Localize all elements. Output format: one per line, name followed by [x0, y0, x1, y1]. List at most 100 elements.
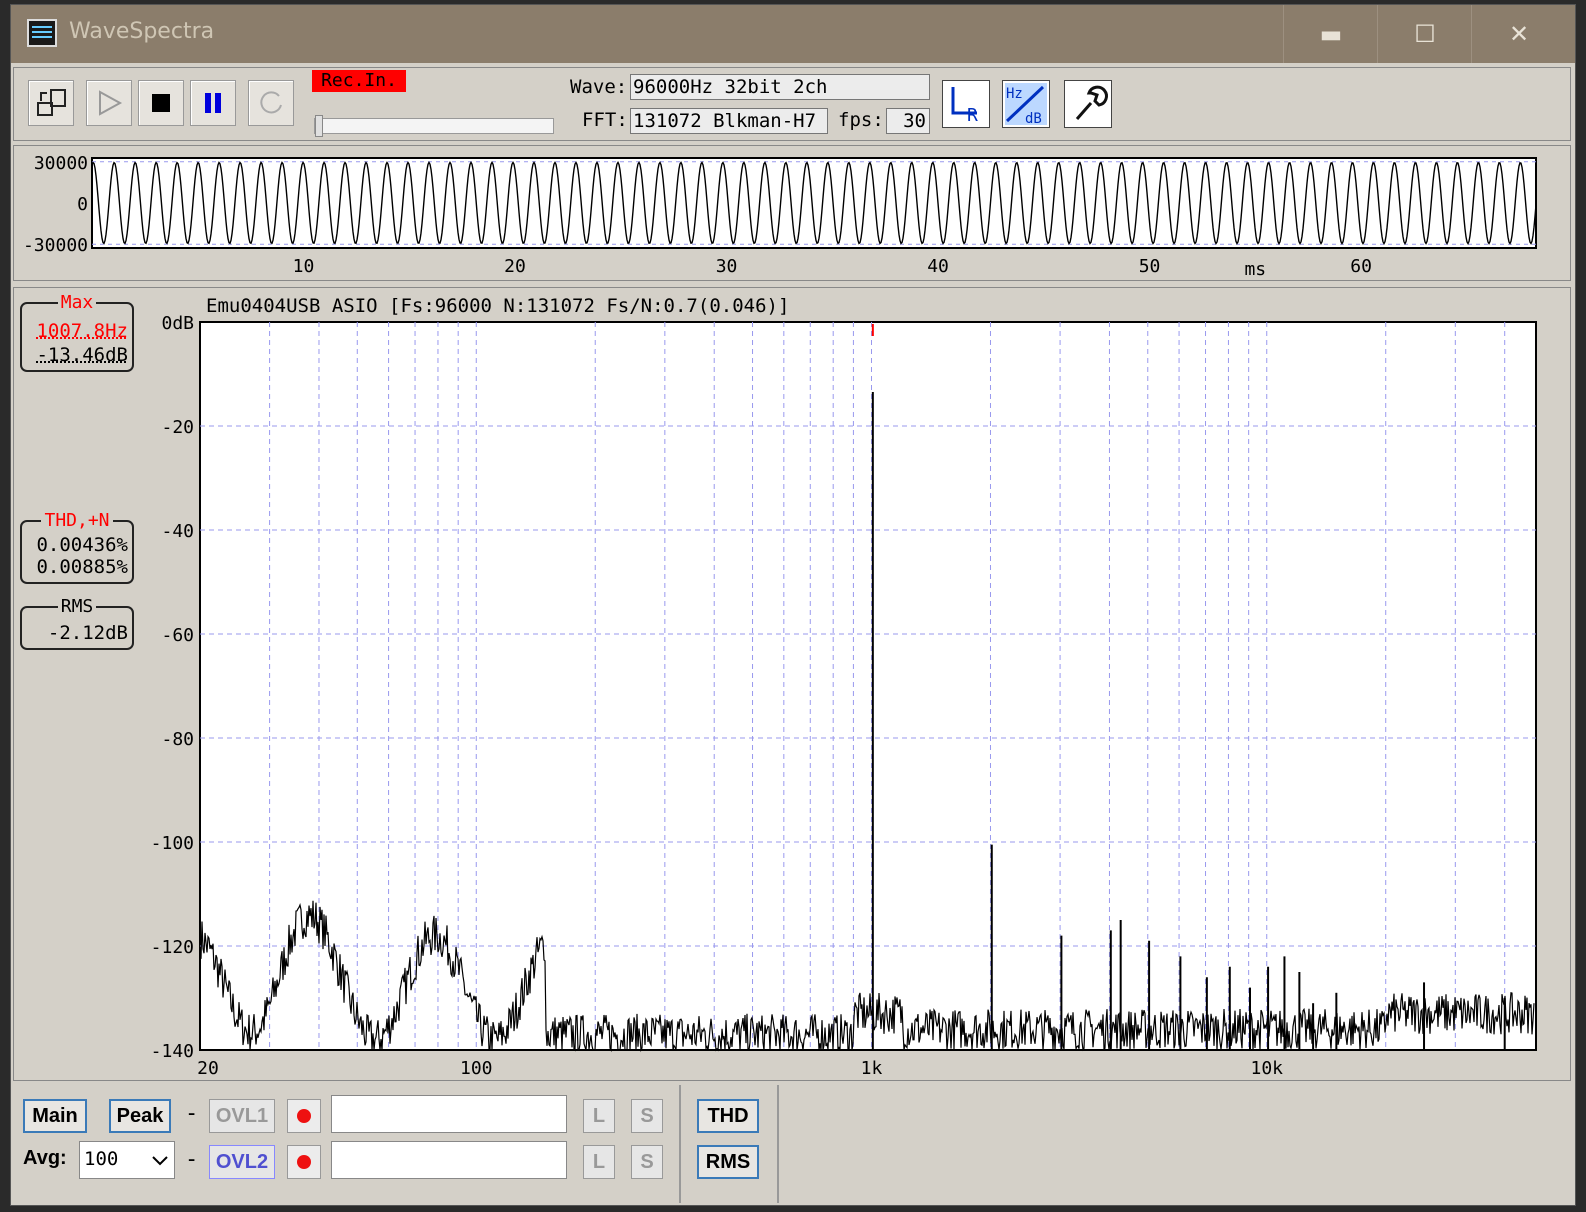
spectrum-x-tick: 1k [861, 1058, 883, 1079]
window-title: WaveSpectra [69, 19, 215, 44]
waveform-x-tick: 40 [927, 256, 949, 277]
bottom-controls: Main Peak - OVL1 L S Avg: 100 - OVL2 L S… [13, 1085, 1571, 1203]
fps-field[interactable]: 30 [886, 108, 930, 134]
close-button[interactable]: ✕ [1471, 5, 1566, 63]
avg-select[interactable]: 100 [79, 1141, 175, 1179]
spectrum-y-tick: -40 [161, 521, 194, 542]
title-bar[interactable]: WaveSpectra ▬ ☐ ✕ [11, 5, 1575, 63]
toolbar: Rec.In. Wave: 96000Hz 32bit 2ch FFT: 131… [13, 67, 1571, 141]
spectrum-y-tick: -120 [151, 937, 194, 958]
ovl2-record-button[interactable] [287, 1145, 321, 1179]
loop-icon [260, 91, 282, 114]
ovl2-save-button[interactable]: S [631, 1145, 663, 1179]
db-icon-text: dB [1025, 111, 1042, 127]
export-icon [37, 89, 66, 116]
rms-button[interactable]: RMS [697, 1145, 759, 1179]
waveform-y-tick: 0 [77, 194, 88, 215]
ovl1-button[interactable]: OVL1 [209, 1099, 275, 1133]
separator-dash: - [185, 1101, 199, 1126]
spectrum-y-tick: -100 [151, 833, 194, 854]
thd-readout-box: THD,+N 0.00436% 0.00885% [20, 510, 134, 584]
peak-button[interactable]: Peak [109, 1099, 171, 1133]
settings-button[interactable] [1064, 80, 1112, 128]
spectrum-chart[interactable]: 0dB -20 -40 -60 -80 -100 -120 -14020 100 1k 10k Emu… [14, 288, 1570, 1080]
wrench-icon [1075, 85, 1108, 120]
divider [777, 1085, 779, 1203]
max-level: -13.46dB [36, 344, 128, 366]
waveform-x-tick: 30 [716, 256, 738, 277]
waveform-y-tick: 30000 [34, 153, 88, 174]
export-button[interactable] [28, 80, 74, 126]
waveform-x-unit: ms [1244, 259, 1266, 280]
ovl2-button[interactable]: OVL2 [209, 1145, 275, 1179]
avg-label: Avg: [23, 1147, 67, 1169]
waveform-x-tick: 10 [293, 256, 315, 277]
record-icon [297, 1109, 311, 1123]
hz-db-scale-button[interactable]: Hz dB [1002, 80, 1050, 128]
spectrum-panel: 0dB -20 -40 -60 -80 -100 -120 -140 20 100 1k 10k Emu… [13, 287, 1571, 1081]
rms-readout-box: RMS -2.12dB [20, 596, 134, 650]
lr-channel-button[interactable]: R [942, 80, 990, 128]
thd-value: 0.00436% [36, 534, 128, 556]
spectrum-x-tick: 100 [460, 1058, 493, 1079]
thd-button[interactable]: THD [697, 1099, 759, 1133]
main-button[interactable]: Main [23, 1099, 87, 1133]
spectrum-y-tick: 0dB [161, 313, 194, 334]
ovl1-save-button[interactable]: S [631, 1099, 663, 1133]
ovl1-load-button[interactable]: L [583, 1099, 615, 1133]
ruler-icon: HzdB [1005, 83, 1047, 127]
app-icon [27, 19, 57, 47]
chevron-down-icon [152, 1156, 168, 1166]
divider [679, 1085, 681, 1203]
stop-button[interactable] [138, 80, 184, 126]
record-icon [297, 1155, 311, 1169]
wave-format-field: 96000Hz 32bit 2ch [630, 74, 930, 100]
spectrum-header: Emu0404USB ASIO [Fs:96000 N:131072 Fs/N:… [206, 295, 789, 317]
rec-indicator: Rec.In. [312, 70, 406, 92]
spectrum-x-tick: 20 [197, 1058, 219, 1079]
ovl1-name-input[interactable] [331, 1095, 567, 1133]
lr-channel-icon: R [951, 87, 978, 126]
spectrum-y-tick: -140 [151, 1041, 194, 1062]
hz-icon-text: Hz [1006, 86, 1023, 102]
spectrum-x-tick: 10k [1250, 1058, 1283, 1079]
avg-value: 100 [84, 1148, 119, 1170]
ovl2-name-input[interactable] [331, 1141, 567, 1179]
wave-label: Wave: [570, 76, 628, 98]
waveform-chart[interactable]: 30000 0 -30000 10 20 30 40 50 60 ms [14, 146, 1570, 280]
max-label: Max [57, 292, 97, 313]
loop-button[interactable] [248, 80, 294, 126]
pause-button[interactable] [190, 80, 236, 126]
waveform-y-tick: -30000 [23, 235, 88, 256]
minimize-button[interactable]: ▬ [1283, 5, 1378, 63]
max-frequency: 1007.8Hz [36, 320, 128, 342]
play-button[interactable] [86, 80, 132, 126]
thdn-value: 0.00885% [36, 556, 128, 578]
maximize-button[interactable]: ☐ [1377, 5, 1472, 63]
waveform-x-tick: 60 [1350, 256, 1372, 277]
input-level-slider[interactable] [314, 115, 554, 137]
spectrum-y-tick: -60 [161, 625, 194, 646]
fft-setting-field[interactable]: 131072 Blkman-H7 [630, 108, 828, 134]
ovl2-load-button[interactable]: L [583, 1145, 615, 1179]
fps-label: fps: [838, 109, 884, 131]
stop-icon [152, 94, 170, 112]
waveform-panel: 30000 0 -30000 10 20 30 40 50 60 ms [13, 145, 1571, 281]
fft-label: FFT: [582, 109, 628, 131]
rms-label: RMS [57, 596, 97, 617]
pause-icon [205, 93, 221, 113]
spectrum-plot-area [199, 321, 1537, 1051]
spectrum-y-tick: -20 [161, 417, 194, 438]
waveform-x-tick: 20 [504, 256, 526, 277]
lr-icon-text: R [967, 105, 978, 126]
thd-label: THD,+N [41, 510, 113, 531]
waveform-x-tick: 50 [1139, 256, 1161, 277]
max-readout-box: Max 1007.8Hz -13.46dB [20, 292, 134, 372]
separator-dash-2: - [185, 1147, 199, 1172]
rms-value: -2.12dB [47, 622, 128, 644]
spectrum-y-tick: -80 [161, 729, 194, 750]
app-window: WaveSpectra ▬ ☐ ✕ Rec.In. Wave: 96000Hz … [10, 4, 1576, 1206]
play-icon [99, 90, 123, 116]
slider-thumb[interactable] [315, 115, 323, 137]
ovl1-record-button[interactable] [287, 1099, 321, 1133]
